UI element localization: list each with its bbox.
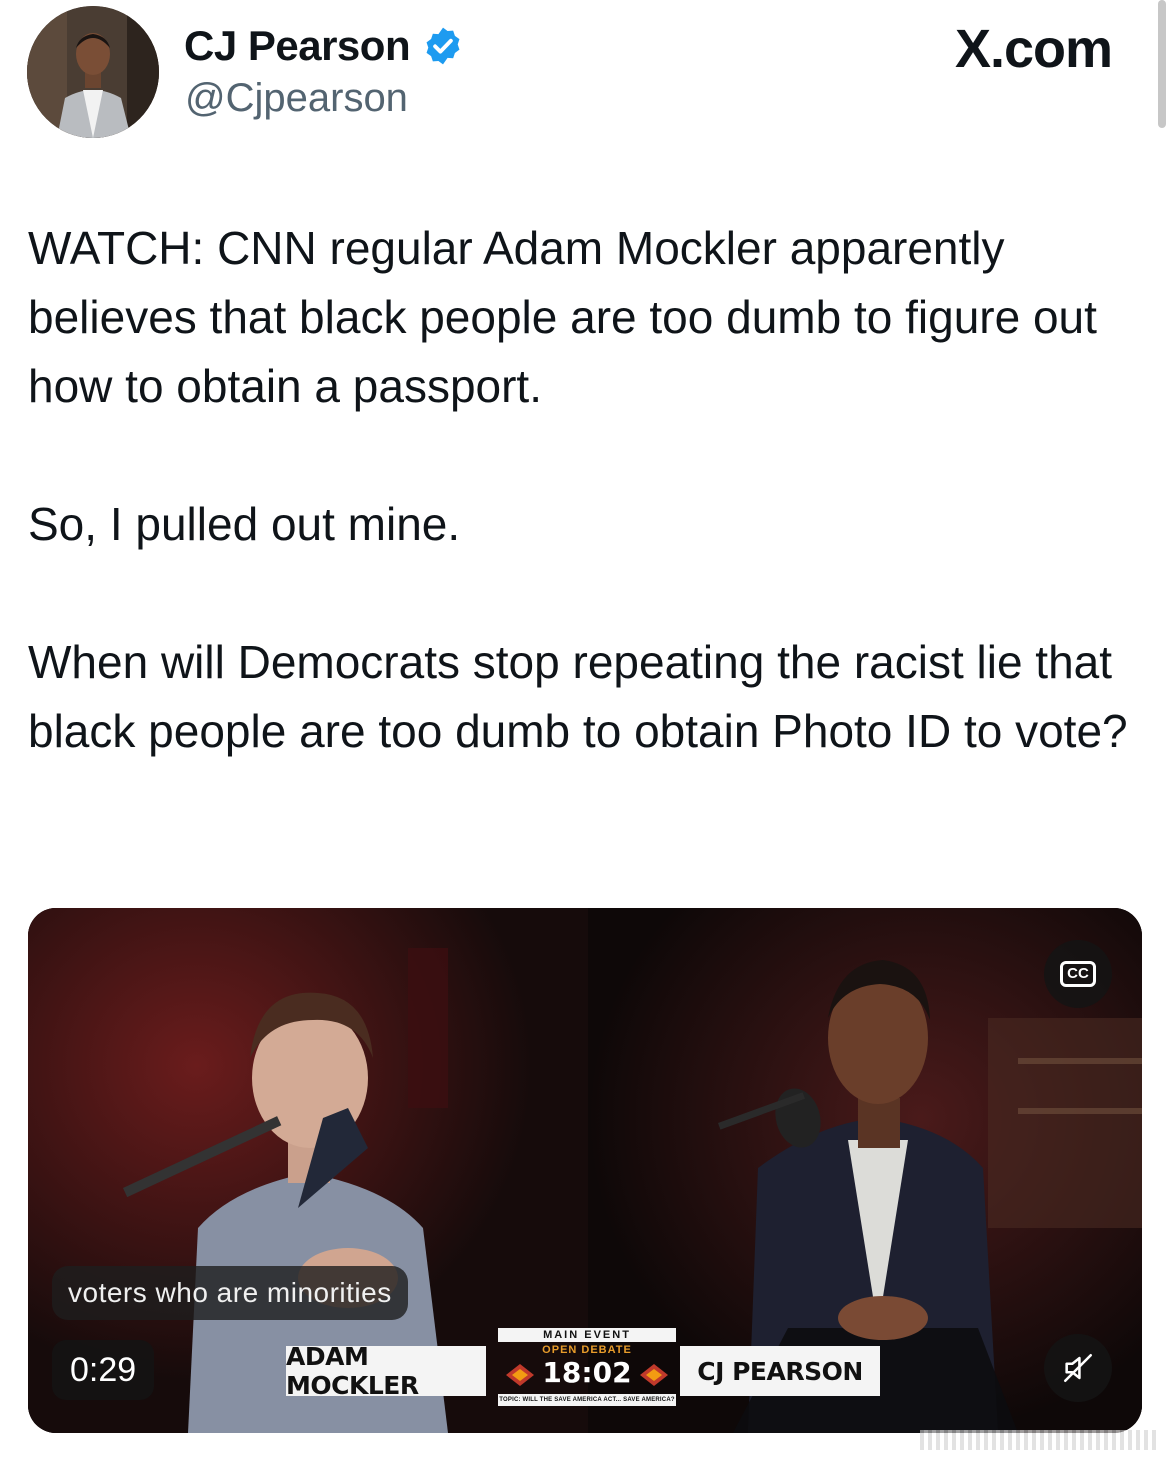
video-caption: voters who are minorities	[52, 1266, 408, 1320]
display-name[interactable]: CJ Pearson	[184, 22, 411, 70]
show-logo-icon	[506, 1364, 534, 1386]
debate-topic: TOPIC: WILL THE SAVE AMERICA ACT... SAVE…	[498, 1394, 676, 1406]
event-subtitle: OPEN DEBATE	[542, 1344, 632, 1356]
elapsed-time: 0:29	[52, 1340, 155, 1400]
event-title: MAIN EVENT	[498, 1328, 676, 1342]
speaker-muted-icon	[1063, 1353, 1093, 1383]
left-name-plate: ADAM MOCKLER	[286, 1342, 486, 1400]
handle[interactable]: @Cjpearson	[185, 76, 408, 121]
mute-toggle-button[interactable]	[1044, 1334, 1112, 1402]
tweet-header: CJ Pearson @Cjpearson X.com	[0, 0, 1170, 160]
scrollbar[interactable]	[1158, 0, 1166, 128]
brand-logo: X.com	[954, 19, 1113, 79]
tweet-paragraph: WATCH: CNN regular Adam Mockler apparent…	[28, 222, 1097, 412]
debate-clock-panel: MAIN EVENT OPEN DEBATE 18:02 TOPIC: WILL…	[498, 1328, 676, 1413]
tweet-paragraph: When will Democrats stop repeating the r…	[28, 636, 1128, 757]
avatar[interactable]	[27, 6, 159, 138]
broadcast-lower-third: ADAM MOCKLER MAIN EVENT OPEN DEBATE 18:0…	[286, 1328, 886, 1413]
verified-badge-icon	[422, 25, 464, 67]
tweet-body: WATCH: CNN regular Adam Mockler apparent…	[28, 214, 1148, 766]
show-logo-icon	[640, 1364, 668, 1386]
tweet-paragraph: So, I pulled out mine.	[28, 498, 461, 550]
closed-captions-icon: CC	[1060, 961, 1096, 987]
closed-captions-button[interactable]: CC	[1044, 940, 1112, 1008]
watermark	[920, 1430, 1160, 1450]
video-player[interactable]: CC voters who are minorities 0:29 ADAM M…	[28, 908, 1142, 1433]
right-name-plate: CJ PEARSON	[680, 1346, 880, 1396]
